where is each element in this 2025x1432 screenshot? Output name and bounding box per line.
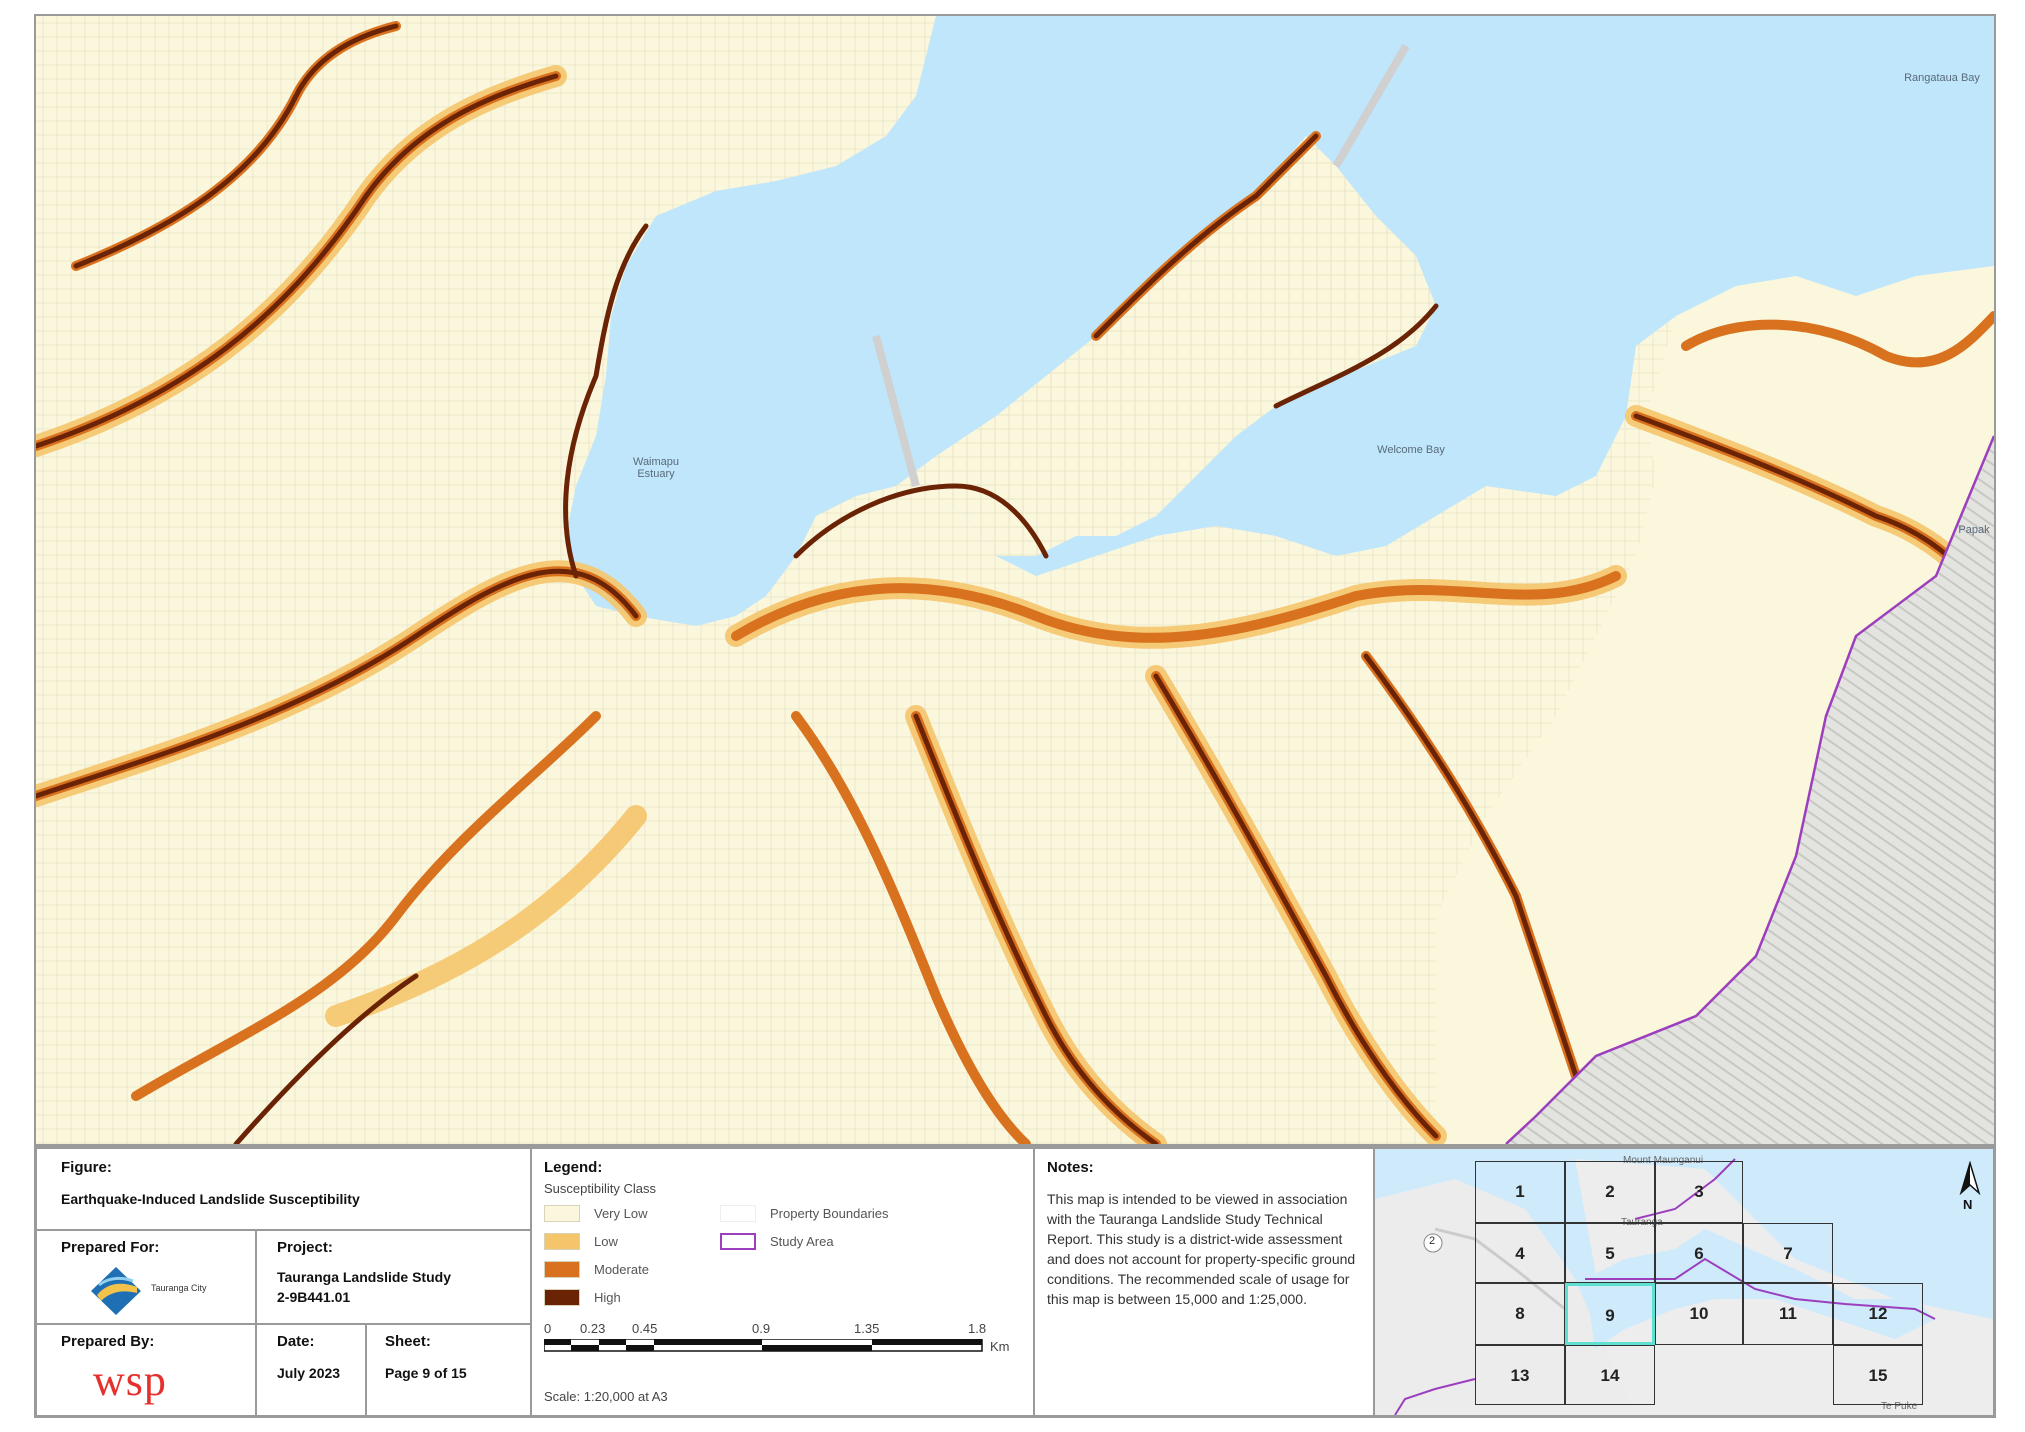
scale-tick-4: 1.35 — [854, 1321, 880, 1336]
sheet-1-label: 1 — [1515, 1182, 1525, 1201]
notes-text: This map is intended to be viewed in ass… — [1047, 1191, 1356, 1307]
map-view[interactable]: Waimapu Estuary Welcome Bay Rangataua Ba… — [34, 14, 1996, 1146]
prepared-for-header: Prepared For: — [61, 1239, 160, 1256]
legend-swatch-property-boundaries — [720, 1205, 756, 1222]
notes-cell: Notes: This map is intended to be viewed… — [1034, 1148, 1374, 1416]
sheet-5-label: 5 — [1605, 1244, 1615, 1263]
legend-swatch-very-low — [544, 1205, 580, 1222]
sheet-3-label: 3 — [1694, 1182, 1704, 1201]
legend-subheader: Susceptibility Class — [544, 1181, 656, 1196]
label-welcome-bay: Welcome Bay — [1377, 444, 1445, 456]
scale-tick-3: 0.9 — [752, 1321, 771, 1336]
scale-tick-5: 1.8 — [968, 1321, 987, 1336]
project-cell: Project: Tauranga Landslide Study 2-9B44… — [256, 1230, 531, 1324]
legend-label-high: High — [594, 1290, 621, 1305]
inset-road-label: 2 — [1429, 1235, 1436, 1247]
sheet-9-label: 9 — [1605, 1306, 1615, 1325]
scale-tick-2: 0.45 — [632, 1321, 658, 1336]
sheet-11[interactable]: 11 — [1743, 1283, 1833, 1345]
label-waimapu: Waimapu Estuary — [632, 456, 680, 480]
sheet-6-label: 6 — [1694, 1244, 1704, 1263]
notes-header: Notes: — [1047, 1159, 1094, 1176]
sheet-6[interactable]: 6 — [1655, 1223, 1743, 1283]
wsp-logo: wsp — [93, 1356, 167, 1405]
sheet-value: Page 9 of 15 — [385, 1365, 467, 1381]
sheet-13[interactable]: 13 — [1475, 1345, 1565, 1405]
sheet-4[interactable]: 4 — [1475, 1223, 1565, 1283]
north-arrow-icon — [1959, 1161, 1981, 1195]
legend-label-moderate: Moderate — [594, 1262, 649, 1277]
project-header: Project: — [277, 1239, 333, 1256]
sheet-11-label: 11 — [1779, 1304, 1797, 1323]
prepared-for-cell: Prepared For: Tauranga City — [36, 1230, 256, 1324]
susceptibility-map[interactable] — [36, 16, 1994, 1144]
project-name: Tauranga Landslide Study — [277, 1269, 451, 1285]
date-header: Date: — [277, 1333, 315, 1350]
date-value: July 2023 — [277, 1365, 341, 1381]
tauranga-city-logo-icon: Tauranga City — [87, 1265, 247, 1317]
scale-bar-graphic — [544, 1339, 983, 1352]
sheet-4-label: 4 — [1515, 1244, 1525, 1263]
sheet-2-label: 2 — [1605, 1182, 1615, 1201]
scale-text: Scale: 1:20,000 at A3 — [544, 1389, 668, 1404]
figure-cell: Figure: Earthquake-Induced Landslide Sus… — [36, 1148, 531, 1230]
legend-swatch-moderate — [544, 1261, 580, 1278]
project-number: 2-9B441.01 — [277, 1289, 351, 1305]
legend-swatch-study-area — [720, 1233, 756, 1250]
sheet-12-label: 12 — [1868, 1304, 1888, 1323]
sheet-header: Sheet: — [385, 1333, 431, 1350]
sheet-14[interactable]: 14 — [1565, 1345, 1655, 1405]
sheet-3[interactable]: 3 — [1655, 1161, 1743, 1223]
legend-header: Legend: — [544, 1159, 603, 1176]
prepared-by-cell: Prepared By: wsp — [36, 1324, 256, 1416]
sheet-5[interactable]: 5 — [1565, 1223, 1655, 1283]
sheet-7[interactable]: 7 — [1743, 1223, 1833, 1283]
scale-tick-0: 0 — [544, 1321, 552, 1336]
legend-label-study-area: Study Area — [770, 1234, 834, 1249]
sheet-15-label: 15 — [1868, 1366, 1888, 1385]
inset-map-cell[interactable]: 2 Mount Maunganui Tauranga Te Puke 1 2 3… — [1374, 1148, 1994, 1416]
label-papak: Papak — [1958, 524, 1990, 536]
scale-tick-1: 0.23 — [580, 1321, 606, 1336]
sheet-2[interactable]: 2 — [1565, 1161, 1655, 1223]
sheet-10-label: 10 — [1689, 1304, 1709, 1323]
scale-bar: 0 0.23 0.45 0.9 1.35 1.8 Km — [544, 1321, 1010, 1361]
figure-title: Earthquake-Induced Landslide Susceptibil… — [61, 1191, 360, 1207]
sheet-14-label: 14 — [1600, 1366, 1620, 1385]
scale-unit: Km — [990, 1339, 1010, 1354]
figure-header: Figure: — [61, 1159, 112, 1176]
legend-swatch-low — [544, 1233, 580, 1250]
prepared-by-header: Prepared By: — [61, 1333, 155, 1350]
sheet-10[interactable]: 10 — [1655, 1283, 1743, 1345]
sheet-7-label: 7 — [1783, 1244, 1793, 1263]
tauranga-logo-mark-icon — [91, 1267, 141, 1315]
legend-label-property-boundaries: Property Boundaries — [770, 1206, 889, 1221]
legend-swatch-high — [544, 1289, 580, 1306]
north-label: N — [1963, 1197, 1973, 1212]
tauranga-city-name: Tauranga City — [151, 1283, 207, 1293]
legend-cell: Legend: Susceptibility Class Very Low Lo… — [531, 1148, 1034, 1416]
sheet-15[interactable]: 15 — [1833, 1345, 1923, 1405]
sheet-9[interactable]: 9 — [1565, 1283, 1655, 1345]
label-rangataua-bay: Rangataua Bay — [1904, 72, 1980, 84]
sheet-cell: Sheet: Page 9 of 15 — [366, 1324, 531, 1416]
sheet-8-label: 8 — [1515, 1304, 1525, 1323]
date-cell: Date: July 2023 — [256, 1324, 366, 1416]
sheet-13-label: 13 — [1510, 1366, 1530, 1385]
legend-label-very-low: Very Low — [594, 1206, 648, 1221]
sheet-12[interactable]: 12 — [1833, 1283, 1923, 1345]
sheet-8[interactable]: 8 — [1475, 1283, 1565, 1345]
legend-label-low: Low — [594, 1234, 618, 1249]
map-info-panel: Figure: Earthquake-Induced Landslide Sus… — [34, 1146, 1996, 1418]
sheet-1[interactable]: 1 — [1475, 1161, 1565, 1223]
